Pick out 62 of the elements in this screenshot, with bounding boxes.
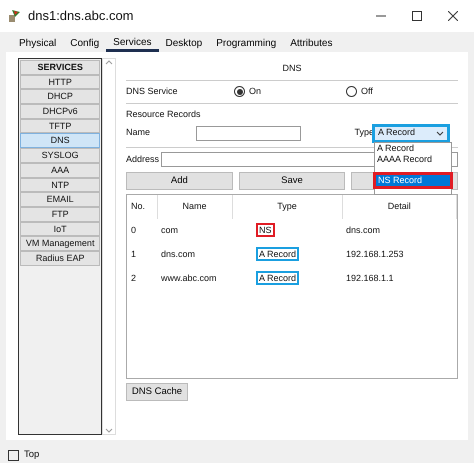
table-cell-text: 1 bbox=[130, 248, 138, 262]
table-cell-text: www.abc.com bbox=[160, 272, 218, 286]
option-label: On bbox=[249, 84, 262, 98]
sidebar-item[interactable]: VM Management bbox=[20, 236, 100, 251]
sidebar-item[interactable]: Radius EAP bbox=[20, 250, 100, 266]
table-cell-text: 2 bbox=[130, 272, 138, 286]
field-label: Address bbox=[126, 152, 160, 166]
column-header: Detail bbox=[342, 195, 456, 219]
column-header: No. bbox=[127, 195, 157, 219]
window-title: dns1:dns.abc.com bbox=[28, 7, 134, 26]
sidebar-item[interactable]: IoT bbox=[20, 222, 100, 236]
field-label: DNS Service bbox=[126, 84, 179, 98]
app-icon bbox=[8, 9, 22, 23]
sidebar-item[interactable]: FTP bbox=[20, 206, 100, 222]
table-cell-text: 192.168.1.253 bbox=[345, 248, 405, 262]
sidebar-item[interactable]: EMAIL bbox=[20, 192, 100, 207]
table-cell-text: 192.168.1.1 bbox=[345, 272, 395, 286]
section-label: Resource Records bbox=[126, 108, 202, 120]
tab[interactable]: Config bbox=[63, 35, 106, 52]
type-select[interactable]: A Record bbox=[372, 124, 450, 142]
sidebar-item[interactable]: HTTP bbox=[20, 74, 100, 90]
close-icon[interactable] bbox=[448, 11, 458, 21]
sidebar-item[interactable]: NTP bbox=[20, 178, 100, 192]
top-checkbox[interactable] bbox=[8, 450, 19, 461]
dns-cache-button[interactable]: DNS Cache bbox=[126, 383, 188, 401]
action-button[interactable]: Add bbox=[126, 172, 233, 190]
caret-icon bbox=[436, 130, 444, 136]
table-cell: 0 bbox=[127, 219, 157, 243]
scrollbar[interactable] bbox=[102, 58, 116, 435]
type-tag: A Record bbox=[256, 247, 300, 262]
maximize-icon[interactable] bbox=[412, 11, 422, 21]
sidebar-item[interactable]: TFTP bbox=[20, 118, 100, 134]
tab[interactable]: Programming bbox=[209, 35, 284, 52]
dropdown-option[interactable]: AAAA Record bbox=[375, 154, 451, 165]
type-tag: NS bbox=[256, 223, 275, 238]
column-header: Type bbox=[232, 195, 342, 219]
radio-button[interactable] bbox=[234, 86, 245, 97]
name-field[interactable] bbox=[196, 126, 301, 140]
type-tag: A Record bbox=[256, 271, 300, 286]
dropdown-option[interactable]: A Record bbox=[375, 143, 451, 154]
field-label: Name bbox=[126, 126, 152, 140]
scroll-up-icon[interactable] bbox=[105, 59, 114, 65]
sidebar-item[interactable]: DHCPv6 bbox=[20, 104, 100, 119]
scroll-down-icon[interactable] bbox=[105, 428, 114, 434]
radio-button[interactable] bbox=[346, 86, 357, 97]
table-cell-text: dns.com bbox=[160, 248, 196, 262]
sidebar-item[interactable]: AAA bbox=[20, 162, 100, 178]
sidebar-header: SERVICES bbox=[20, 60, 100, 75]
option-label: Off bbox=[361, 84, 373, 98]
tab[interactable]: Desktop bbox=[158, 35, 210, 52]
sidebar-item[interactable]: SYSLOG bbox=[20, 148, 100, 163]
column-header: Name bbox=[157, 195, 232, 219]
table-cell: dns.com bbox=[342, 219, 456, 243]
sidebar-item[interactable]: DNS bbox=[20, 133, 100, 148]
tab[interactable]: Attributes bbox=[283, 35, 340, 52]
tab[interactable]: Physical bbox=[12, 35, 64, 52]
panel-title: DNS bbox=[282, 63, 302, 73]
dropdown-option[interactable]: NS Record bbox=[373, 172, 453, 189]
table-cell: com bbox=[157, 219, 232, 243]
action-button[interactable]: Save bbox=[238, 172, 346, 190]
sidebar-item[interactable]: DHCP bbox=[20, 89, 100, 104]
top-label: Top bbox=[24, 448, 40, 462]
